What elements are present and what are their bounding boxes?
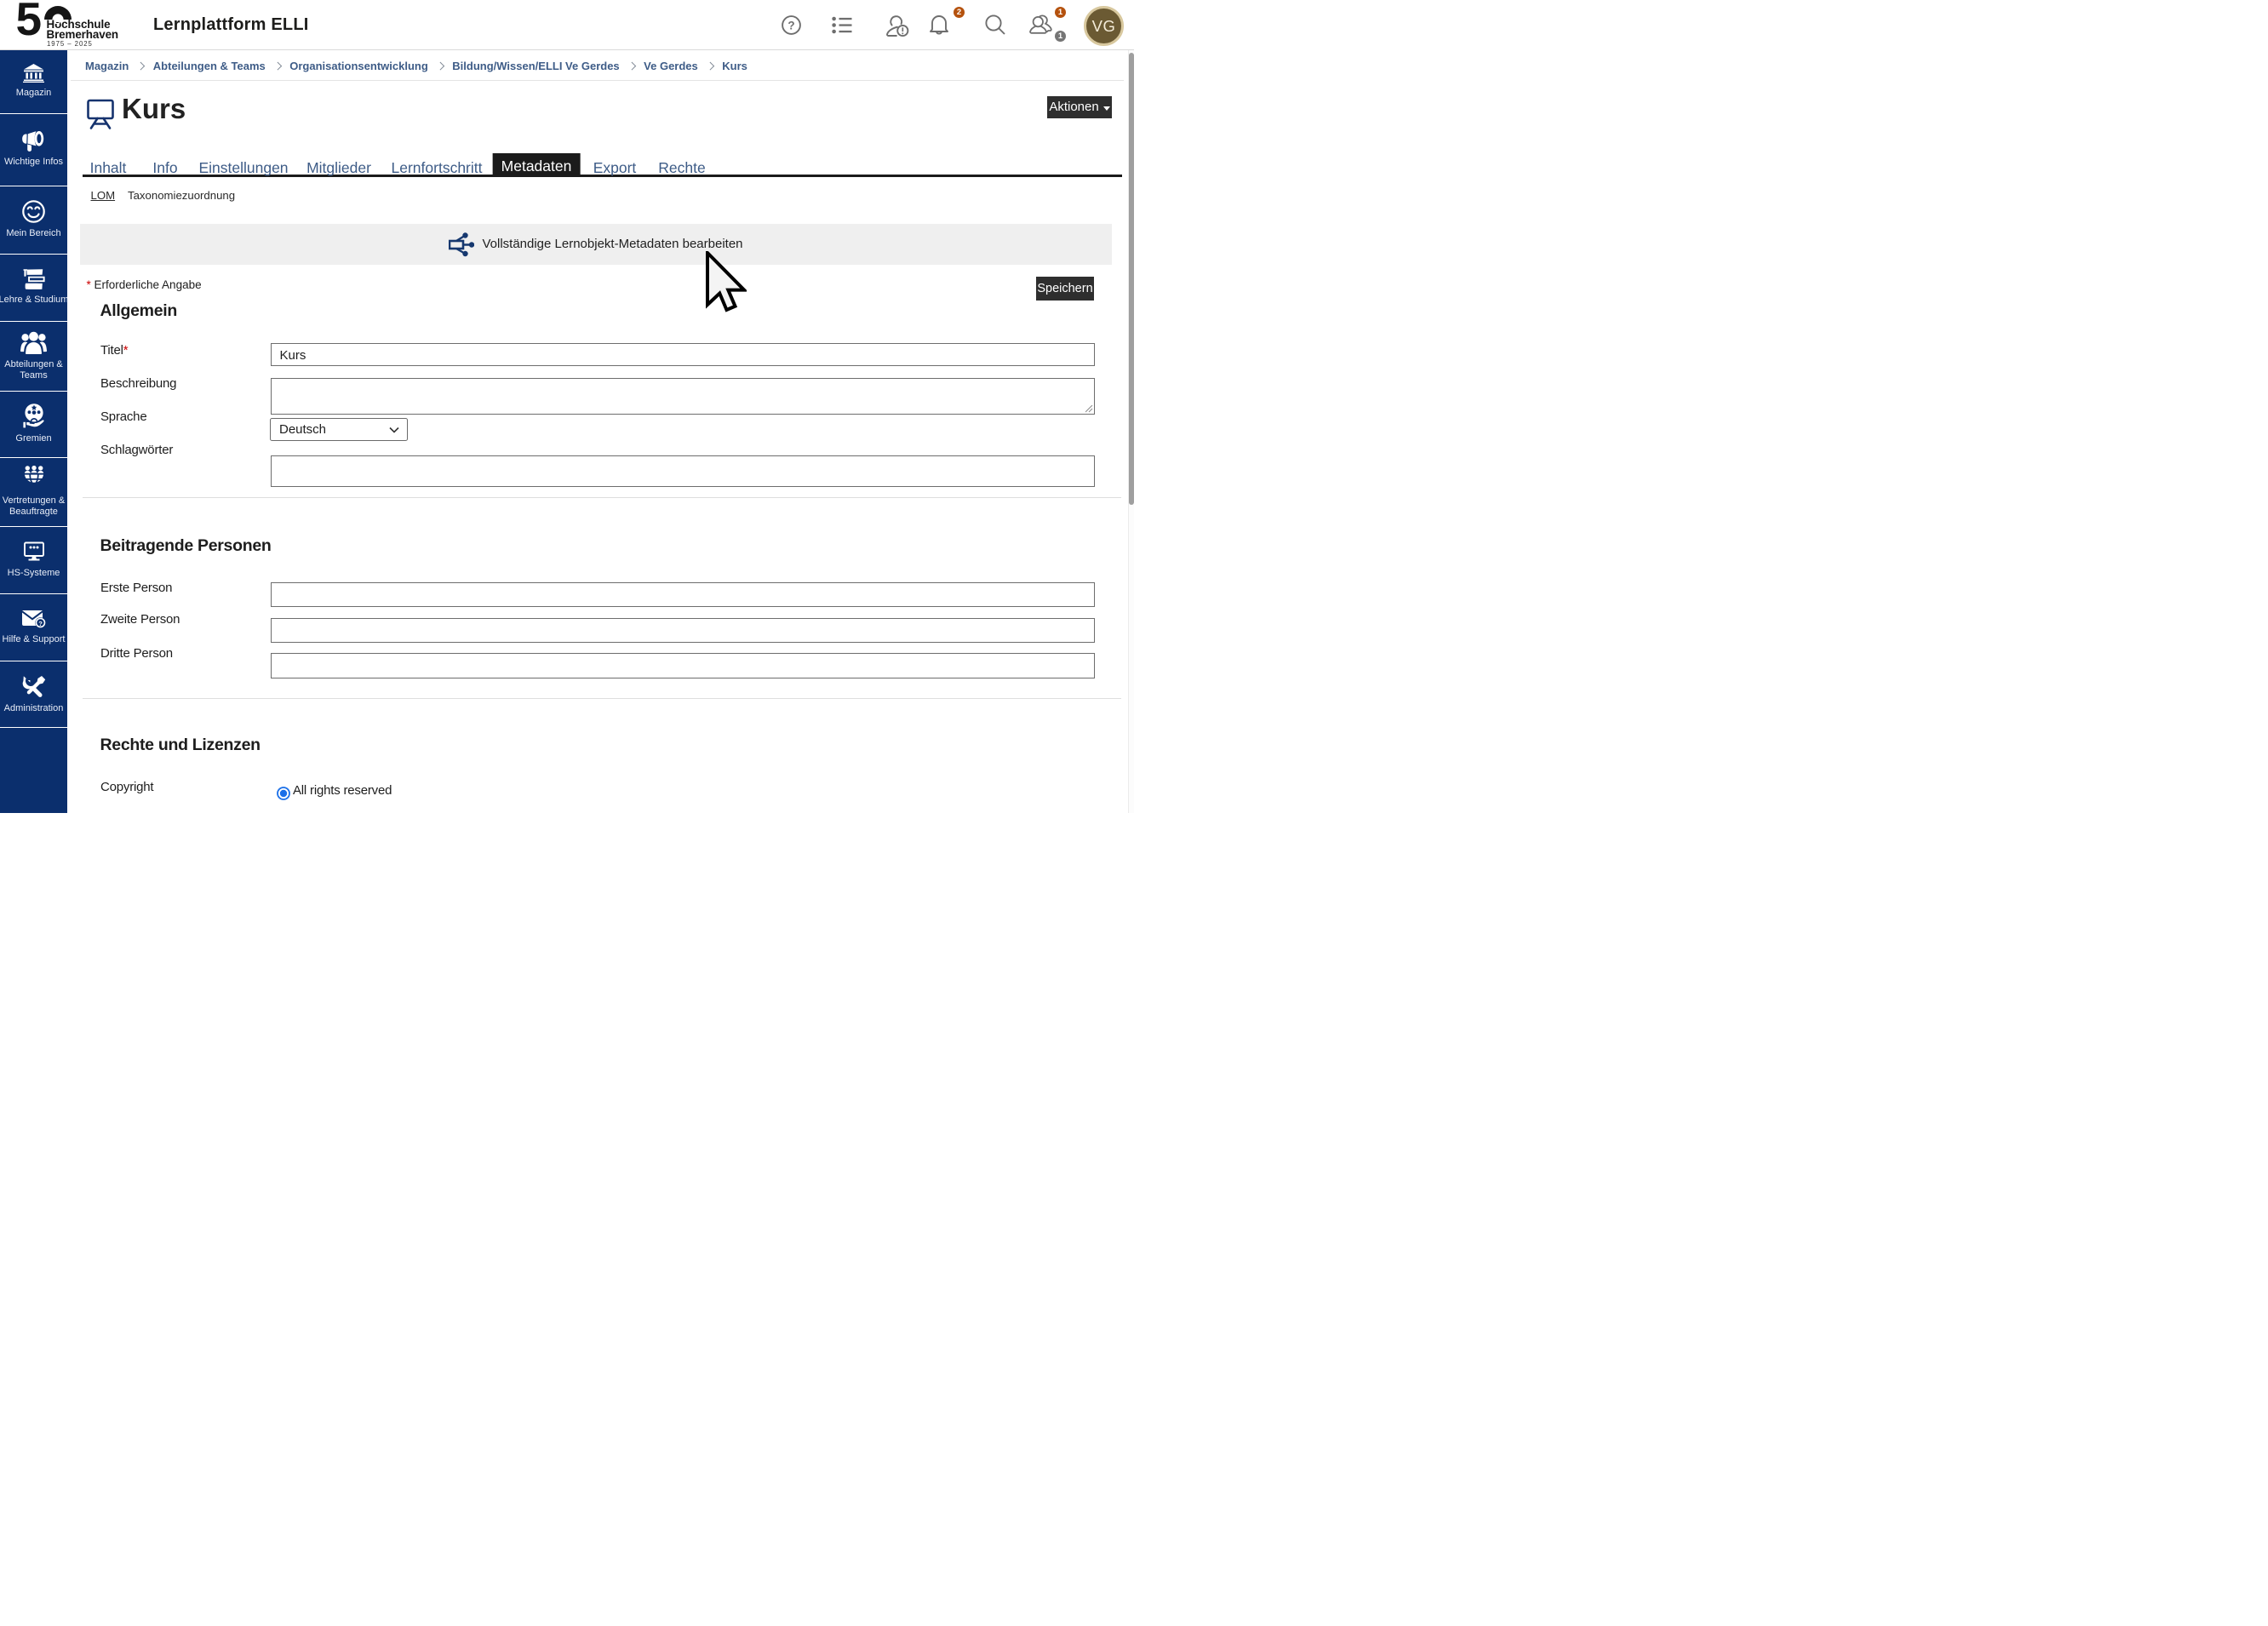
svg-text:?: ? <box>38 620 43 627</box>
svg-text:?: ? <box>788 19 794 31</box>
